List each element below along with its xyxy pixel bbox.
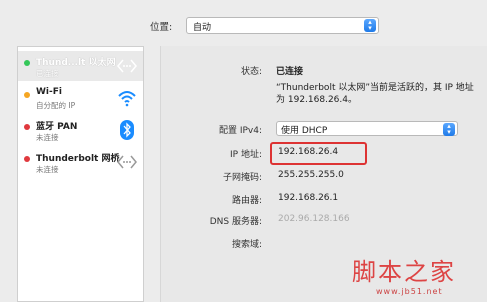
service-name: Thund...lt 以太网: [36, 58, 116, 68]
service-status: 自分配的 IP: [36, 101, 76, 110]
config-ipv4-select[interactable]: 使用 DHCP ▴ ▾: [276, 121, 458, 136]
service-name: Thunderbolt 网桥: [36, 154, 120, 164]
subnet-label: 子网掩码:: [222, 173, 262, 183]
status-description-cont: 为 192.168.26.4。: [276, 95, 357, 105]
highlight-box: [270, 142, 367, 165]
service-item-thunderbolt-ethernet[interactable]: Thund...lt 以太网 已连接: [18, 51, 143, 81]
service-list: Thund...lt 以太网 已连接 Wi-Fi 自分配的 IP 蓝牙 PAN …: [17, 46, 144, 302]
service-name: 蓝牙 PAN: [36, 122, 78, 132]
location-value: 自动: [193, 23, 212, 33]
service-item-thunderbolt-bridge[interactable]: Thunderbolt 网桥 未连接: [18, 147, 143, 177]
chevron-updown-icon: ▴ ▾: [443, 123, 455, 136]
service-status: 未连接: [36, 133, 59, 142]
ethernet-icon: [117, 155, 137, 169]
search-domain-label: 搜索域:: [231, 240, 262, 250]
bluetooth-icon: [120, 120, 134, 140]
status-dot: [24, 60, 30, 66]
watermark-logo: 脚本之家: [352, 258, 456, 286]
service-status: 已连接: [36, 69, 59, 78]
dns-value: 202.96.128.166: [278, 214, 350, 224]
service-name: Wi-Fi: [36, 87, 62, 97]
ethernet-icon: [117, 59, 137, 73]
location-select[interactable]: 自动 ▴ ▾: [186, 17, 379, 34]
config-ipv4-value: 使用 DHCP: [281, 126, 328, 136]
service-status: 未连接: [36, 165, 59, 174]
subnet-value: 255.255.255.0: [278, 170, 344, 180]
config-ipv4-label: 配置 IPv4:: [218, 126, 262, 136]
location-label: 位置:: [150, 22, 173, 33]
router-label: 路由器:: [231, 196, 262, 206]
status-dot: [24, 156, 30, 162]
status-label: 状态:: [240, 67, 262, 77]
status-value: 已连接: [276, 67, 304, 77]
status-dot: [24, 124, 30, 130]
chevron-updown-icon: ▴ ▾: [364, 19, 376, 32]
status-dot: [24, 92, 30, 98]
service-item-wifi[interactable]: Wi-Fi 自分配的 IP: [18, 83, 143, 113]
wifi-icon: [118, 91, 136, 107]
watermark-url: www.jb51.net: [376, 287, 443, 296]
dns-label: DNS 服务器:: [209, 217, 262, 227]
router-value: 192.168.26.1: [278, 193, 339, 203]
service-item-bluetooth-pan[interactable]: 蓝牙 PAN 未连接: [18, 115, 143, 145]
ip-address-label: IP 地址:: [230, 150, 262, 160]
